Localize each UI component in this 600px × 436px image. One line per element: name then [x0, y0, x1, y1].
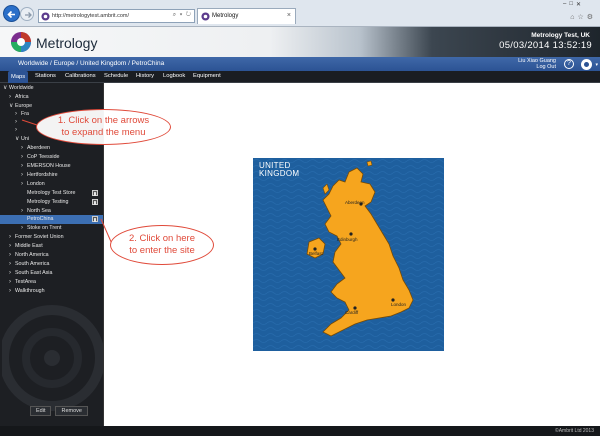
uk-map[interactable]: UNITED KINGDOM Aberdeen Edinburgh Belfas… — [253, 158, 444, 351]
map-city-aberdeen[interactable]: Aberdeen — [345, 200, 365, 205]
annotation-line: to enter the site — [129, 245, 195, 256]
annotation-line: 1. Click on the arrows — [57, 115, 150, 126]
map-city-belfast[interactable]: Belfast — [309, 251, 323, 256]
copyright: ©Ambrit Ltd 2013 — [555, 428, 594, 434]
map-title-line: KINGDOM — [259, 169, 300, 178]
map-city-london[interactable]: London — [391, 302, 406, 307]
map-city-edinburgh[interactable]: Edinburgh — [337, 237, 358, 242]
map-title: UNITED KINGDOM — [259, 162, 299, 178]
annotation-line: 2. Click on here — [128, 233, 195, 244]
footer: ©Ambrit Ltd 2013 — [0, 426, 600, 436]
annotation-line: to expand the menu — [61, 127, 146, 138]
annotation-expand-arrows: 1. Click on the arrows to expand the men… — [36, 109, 171, 145]
map-city-cardiff[interactable]: Cardiff — [345, 310, 358, 315]
annotation-enter-site: 2. Click on here to enter the site — [110, 225, 214, 265]
uk-map-graphic — [253, 158, 444, 351]
